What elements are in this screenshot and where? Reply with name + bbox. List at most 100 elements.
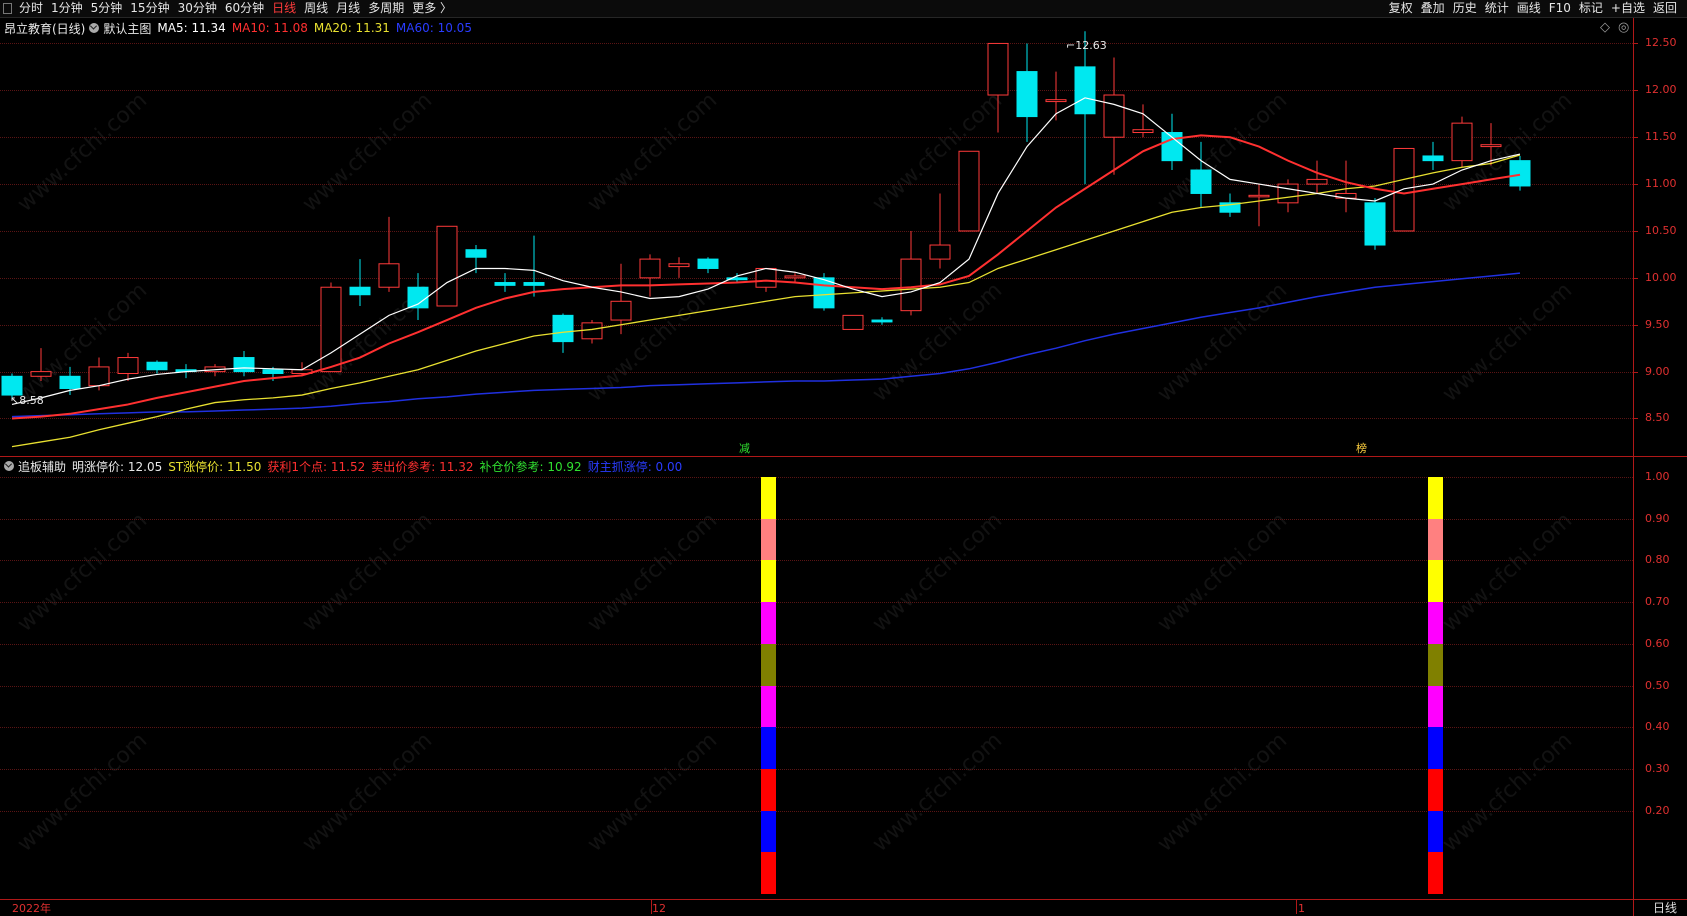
indicator-bar-segment — [1428, 727, 1443, 770]
indicator-tick-label: 0.70 — [1645, 595, 1670, 609]
price-tick-label: 9.00 — [1645, 364, 1670, 378]
candle — [639, 254, 661, 297]
tool-button-1[interactable]: 叠加 — [1417, 0, 1449, 17]
ma60-line — [11, 272, 1521, 418]
tool-button-4[interactable]: 画线 — [1513, 0, 1545, 17]
candle — [378, 216, 400, 292]
candle-body — [784, 275, 806, 279]
watermark-text: www.cfchi.com — [582, 728, 723, 857]
candle-body — [320, 286, 342, 373]
price-tick-label: 12.50 — [1645, 36, 1677, 50]
tab-period-3[interactable]: 15分钟 — [126, 0, 173, 17]
sell-ref: 卖出价参考: 11.32 — [371, 459, 474, 474]
indicator-gridline — [0, 810, 1633, 812]
indicator-name[interactable]: 追板辅助 — [18, 458, 66, 475]
tab-period-0[interactable]: 分时 — [15, 0, 47, 17]
tool-button-7[interactable]: +自选 — [1607, 0, 1649, 17]
tab-period-10[interactable]: 更多 〉 — [408, 0, 456, 17]
period-tabs: 分时 1分钟 5分钟 15分钟 30分钟 60分钟 日线 周线 月线 多周期 更多 〉 — [0, 0, 456, 17]
candle-body — [1045, 99, 1067, 103]
indicator-bar-segment — [761, 560, 776, 603]
indicator-gridline — [0, 560, 1633, 562]
indicator-bar-segment — [761, 602, 776, 645]
indicator-gridline — [0, 602, 1633, 604]
candle-body — [117, 357, 139, 374]
price-tick — [1633, 184, 1638, 186]
price-tick — [1633, 230, 1638, 232]
candle-body — [349, 286, 371, 296]
indicator-bar-segment — [1428, 602, 1443, 645]
tab-period-8[interactable]: 月线 — [332, 0, 364, 17]
candle-body — [436, 225, 458, 307]
candle — [1509, 155, 1531, 191]
indicator-bar-segment — [761, 852, 776, 895]
tool-button-2[interactable]: 历史 — [1449, 0, 1481, 17]
candle — [1132, 104, 1154, 138]
candle-body — [581, 322, 603, 340]
candle-body — [262, 369, 284, 374]
tab-period-9[interactable]: 多周期 — [364, 0, 408, 17]
candle-body — [1364, 202, 1386, 246]
indicator-gridline — [0, 727, 1633, 729]
price-tick — [1633, 324, 1638, 326]
candle-body — [900, 258, 922, 312]
tab-period-2[interactable]: 5分钟 — [87, 0, 127, 17]
watermark-text: www.cfchi.com — [1152, 728, 1293, 857]
candlestick-chart[interactable] — [0, 20, 1633, 456]
candle-body — [668, 263, 690, 268]
x-label-year: 2022年 — [12, 902, 51, 915]
indicator-bar-segment — [1428, 560, 1443, 603]
candle — [987, 42, 1009, 133]
tool-button-6[interactable]: 标记 — [1575, 0, 1607, 17]
candle — [1248, 184, 1270, 227]
indicator-tick-label: 0.50 — [1645, 678, 1670, 692]
candle — [1190, 141, 1212, 208]
candle — [1422, 141, 1444, 171]
indicator-bar-segment — [1428, 810, 1443, 853]
x-label-dec: 12 — [652, 902, 666, 915]
candle-body — [1509, 160, 1531, 187]
candle — [697, 257, 719, 274]
window-icon[interactable] — [3, 3, 12, 14]
candle-body — [1132, 129, 1154, 134]
candle-body — [929, 244, 951, 260]
candle — [1451, 116, 1473, 168]
candle-body — [407, 286, 429, 309]
tab-period-1[interactable]: 1分钟 — [47, 0, 87, 17]
period-label[interactable]: 日线 — [1643, 900, 1687, 916]
x-tick-jan — [1296, 900, 1297, 914]
candle — [900, 230, 922, 316]
period-toolbar: 分时 1分钟 5分钟 15分钟 30分钟 60分钟 日线 周线 月线 多周期 更多 〉 复权 叠加 历史… — [0, 0, 1687, 18]
price-tick — [1633, 418, 1638, 420]
candle — [117, 352, 139, 381]
tool-button-5[interactable]: F10 — [1545, 0, 1575, 17]
price-tick — [1633, 277, 1638, 279]
tab-period-5[interactable]: 60分钟 — [221, 0, 268, 17]
watermark-text: www.cfchi.com — [867, 508, 1008, 637]
candle-body — [871, 319, 893, 323]
tool-button-8[interactable]: 返回 — [1649, 0, 1681, 17]
indicator-dropdown-icon[interactable] — [4, 461, 14, 471]
candle — [929, 193, 951, 269]
x-tick-dec — [651, 900, 652, 914]
candle — [581, 320, 603, 344]
candle-body — [1, 375, 23, 396]
indicator-bar-segment — [761, 477, 776, 520]
indicator-bar-segment — [761, 643, 776, 686]
watermark-text: www.cfchi.com — [1152, 508, 1293, 637]
price-tick-label: 11.00 — [1645, 177, 1677, 191]
candle — [349, 259, 371, 306]
indicator-bar-segment — [1428, 685, 1443, 728]
candle-body — [1190, 169, 1212, 194]
tool-button-3[interactable]: 统计 — [1481, 0, 1513, 17]
tab-period-7[interactable]: 周线 — [300, 0, 332, 17]
candle-body — [1103, 94, 1125, 138]
candle — [523, 235, 545, 297]
tool-button-0[interactable]: 复权 — [1385, 0, 1417, 17]
watermark-text: www.cfchi.com — [12, 508, 153, 637]
tab-period-6[interactable]: 日线 — [268, 0, 300, 17]
tab-period-4[interactable]: 30分钟 — [174, 0, 221, 17]
candle-body — [842, 314, 864, 330]
indicator-tick-label: 0.90 — [1645, 511, 1670, 525]
indicator-gridline — [0, 518, 1633, 520]
